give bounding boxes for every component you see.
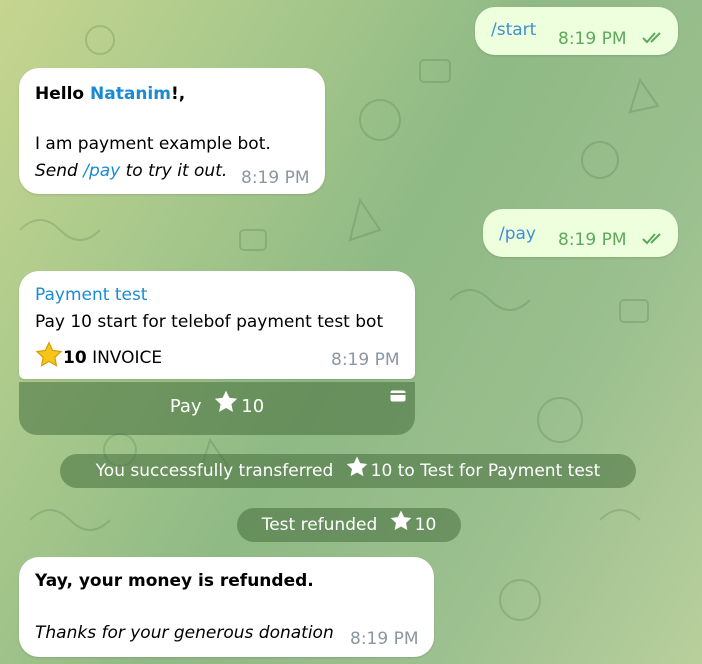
star-icon [215,390,238,412]
user-name-link[interactable]: Natanim [90,84,171,104]
star-icon [390,510,411,531]
refund-line: Yay, your money is refunded. [35,571,314,591]
incoming-message-refund: Yay, your money is refunded. Thanks for … [19,557,434,657]
pay-button-amount: 10 [241,396,265,417]
invoice-description: Pay 10 start for telebof payment test bo… [35,312,384,332]
invoice-message: Payment test Pay 10 start for telebof pa… [19,271,415,379]
double-check-icon [642,32,661,44]
star-icon [35,341,63,367]
intro-line: I am payment example bot. [35,134,271,154]
instruction-suffix: to try it out. [120,161,228,181]
outgoing-message-start: /start 8:19 PM [475,7,678,55]
double-check-icon [642,233,661,245]
greeting-suffix: !, [170,84,186,104]
service-message-refund: Test refunded 10 [237,508,461,542]
greeting-prefix: Hello [35,84,91,104]
pay-button[interactable]: Pay 10 [19,382,415,435]
message-time: 8:19 PM [350,629,419,649]
star-icon [346,456,367,477]
thanks-line: Thanks for your generous donation [35,623,334,643]
invoice-label: INVOICE [86,348,163,368]
transfer-amount: 10 to Test for Payment test [370,461,601,481]
card-icon [390,390,406,402]
service-message-transfer: You successfully transferred 10 to Test … [60,454,636,488]
invoice-amount: 10 [63,348,87,368]
message-time: 8:19 PM [241,168,310,188]
pay-button-label: Pay [169,396,202,417]
message-time: 8:19 PM [331,350,400,370]
transfer-text: You successfully transferred [95,461,334,481]
instruction-prefix: Send [35,161,84,181]
instruction-line: Send /pay to try it out. [35,158,227,184]
greeting-line: Hello Natanim!, [35,81,185,107]
invoice-title: Payment test [35,285,148,305]
invoice-amount-row: 10 INVOICE [35,341,162,371]
incoming-message-greeting: Hello Natanim!, I am payment example bot… [19,68,325,194]
outgoing-message-pay: /pay 8:19 PM [483,209,678,257]
message-time: 8:19 PM [558,230,627,250]
start-command-text[interactable]: /start [491,20,536,40]
refund-text: Test refunded [261,515,378,535]
refund-amount: 10 [414,515,437,535]
pay-command-link[interactable]: /pay [83,161,120,181]
pay-command-text[interactable]: /pay [499,224,536,244]
message-time: 8:19 PM [558,29,627,49]
